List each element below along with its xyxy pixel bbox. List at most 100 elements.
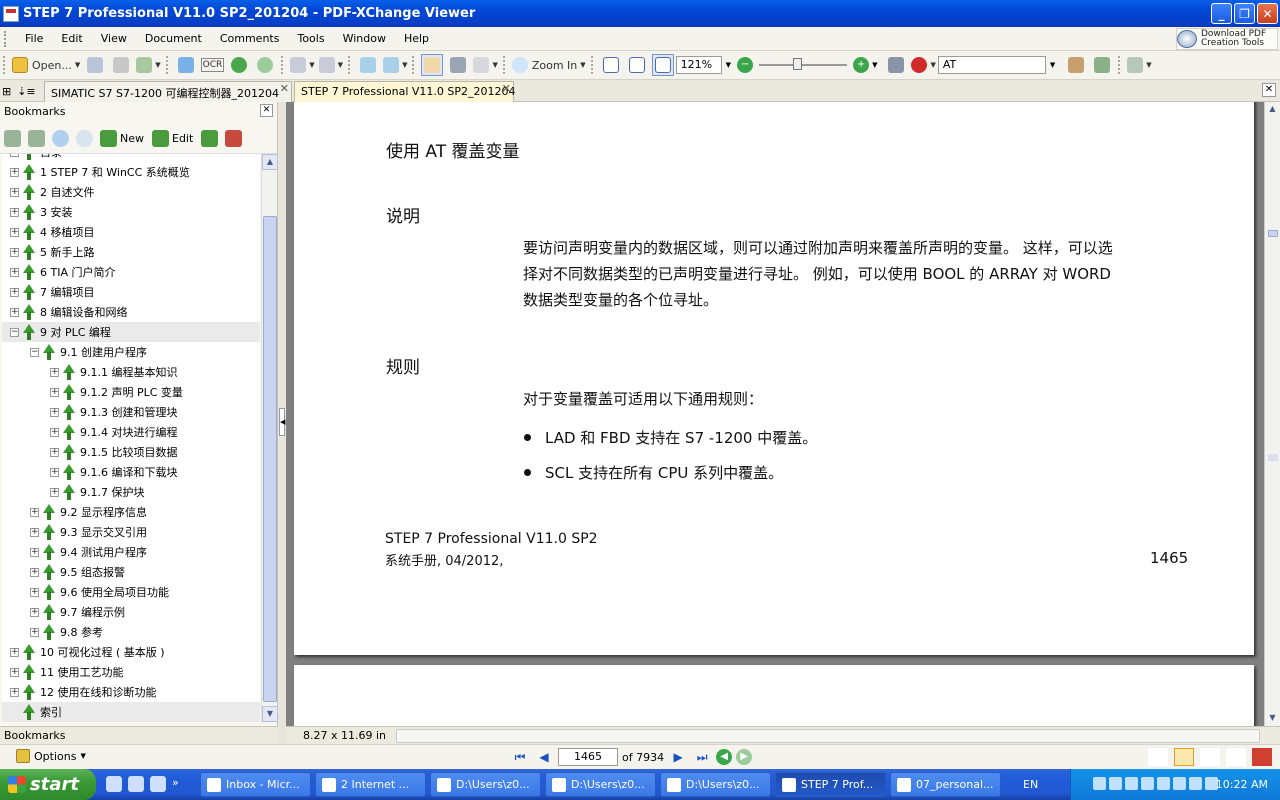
search-dropdown-icon[interactable]: ▼ xyxy=(1050,61,1055,69)
expand-icon[interactable]: + xyxy=(50,387,59,397)
scroll-down-icon[interactable]: ▼ xyxy=(262,706,278,722)
bookmark-item[interactable]: + 目录 xyxy=(10,154,62,162)
bookmark-item[interactable]: +9.5 组态报警 xyxy=(30,562,125,582)
scroll-up-icon[interactable]: ▲ xyxy=(1265,102,1280,117)
tab-close-icon[interactable]: ✕ xyxy=(502,82,511,95)
expand-icon[interactable]: + xyxy=(50,427,59,437)
print-button[interactable] xyxy=(110,54,132,76)
bookmark-item[interactable]: +4 移植项目 xyxy=(10,222,95,242)
download-pdf-tools-button[interactable]: Download PDF Creation Tools xyxy=(1176,28,1278,50)
highlight-button[interactable]: ▼ xyxy=(1127,54,1152,76)
tray-icon[interactable] xyxy=(1173,777,1186,790)
menu-comments[interactable]: Comments xyxy=(211,29,289,49)
document-scrollbar[interactable]: ▲ ▼ xyxy=(1264,102,1280,726)
collapse-icon[interactable]: − xyxy=(30,347,39,357)
previous-page-icon[interactable]: ◀ xyxy=(534,748,554,766)
minimize-button[interactable]: _ xyxy=(1211,3,1232,24)
rotate-right-button[interactable]: ▼ xyxy=(383,54,407,76)
save-button[interactable] xyxy=(84,54,106,76)
email-button[interactable]: ▼ xyxy=(136,54,161,76)
new-bookmark-button[interactable]: New xyxy=(100,127,144,149)
close-button[interactable]: ✕ xyxy=(1257,3,1278,24)
bookmarks-close-icon[interactable]: ✕ xyxy=(260,104,273,117)
forward-button[interactable] xyxy=(254,54,276,76)
bookmark-item[interactable]: +5 新手上路 xyxy=(10,242,95,262)
bookmark-item[interactable]: +9.1.1 编程基本知识 xyxy=(50,362,178,382)
zoom-out-icon[interactable]: − xyxy=(737,57,754,73)
menu-view[interactable]: View xyxy=(92,29,136,49)
quick-launch-icon[interactable] xyxy=(150,776,166,792)
bookmark-zoom-out-button[interactable] xyxy=(76,127,98,149)
task-button[interactable]: D:\Users\z0... xyxy=(430,772,541,797)
panel-splitter[interactable]: ◀ xyxy=(278,102,286,744)
bookmark-item[interactable]: +2 自述文件 xyxy=(10,182,95,202)
bookmark-item[interactable]: +12 使用在线和诊断功能 xyxy=(10,682,157,702)
task-button[interactable]: 2 Internet ... xyxy=(315,772,426,797)
bookmark-item[interactable]: +8 编辑设备和网络 xyxy=(10,302,128,322)
expand-icon[interactable]: + xyxy=(10,307,19,317)
single-page-icon[interactable] xyxy=(1148,748,1168,766)
actual-size-button[interactable] xyxy=(600,54,622,76)
menu-grip[interactable] xyxy=(4,30,10,47)
next-view-icon[interactable]: ▶ xyxy=(736,749,753,765)
tray-icon[interactable] xyxy=(1109,777,1122,790)
task-button[interactable]: D:\Users\z0... xyxy=(660,772,771,797)
fit-page-button[interactable] xyxy=(626,54,648,76)
bookmark-item[interactable]: +9.2 显示程序信息 xyxy=(30,502,147,522)
bookmark-item[interactable]: +6 TIA 门户简介 xyxy=(10,262,115,282)
bookmark-item[interactable]: +9.1.5 比较项目数据 xyxy=(50,442,178,462)
task-button[interactable]: D:\Users\z0... xyxy=(545,772,656,797)
expand-icon[interactable]: + xyxy=(50,467,59,477)
collapse-panel-icon[interactable]: ◀ xyxy=(279,408,285,436)
expand-icon[interactable]: + xyxy=(10,647,19,657)
undo-button[interactable]: ▼ xyxy=(290,54,315,76)
scroll-up-icon[interactable]: ▲ xyxy=(262,154,278,170)
zoom-slider-thumb[interactable] xyxy=(793,58,803,70)
expand-all-button[interactable] xyxy=(4,127,26,149)
search-prev-button[interactable] xyxy=(1065,54,1087,76)
expand-icon[interactable]: + xyxy=(10,154,19,157)
zoom-level-input[interactable]: 121% xyxy=(675,56,722,74)
rotate-left-button[interactable] xyxy=(357,54,379,76)
expand-icon[interactable]: + xyxy=(30,547,39,557)
menu-file[interactable]: File xyxy=(16,29,52,49)
horizontal-scrollbar[interactable] xyxy=(396,729,1260,743)
expand-icon[interactable]: + xyxy=(50,367,59,377)
restore-button[interactable]: ❐ xyxy=(1234,3,1255,24)
select-text-button[interactable]: ▼ xyxy=(473,54,498,76)
grid-icon[interactable]: ⊞ xyxy=(2,85,11,98)
first-page-icon[interactable]: ⏮ xyxy=(510,748,530,766)
zoom-plus-icon[interactable]: + xyxy=(853,57,870,73)
snapshot-button[interactable] xyxy=(447,54,469,76)
bookmark-item[interactable]: +10 可视化过程 ( 基本版 ) xyxy=(10,642,165,662)
expand-icon[interactable]: + xyxy=(50,447,59,457)
expand-icon[interactable]: + xyxy=(10,187,19,197)
document-viewer[interactable]: 使用 AT 覆盖变量 说明 要访问声明变量内的数据区域，则可以通过附加声明来覆盖… xyxy=(286,102,1264,726)
close-all-icon[interactable]: ✕ xyxy=(1262,83,1276,97)
bookmarks-footer-label[interactable]: Bookmarks xyxy=(4,729,65,742)
back-button[interactable] xyxy=(228,54,250,76)
bookmark-properties-button[interactable] xyxy=(201,127,223,149)
find-button[interactable] xyxy=(885,54,907,76)
language-indicator[interactable]: EN xyxy=(1023,778,1038,791)
bookmark-item[interactable]: +9.1.4 对块进行编程 xyxy=(50,422,178,442)
collapse-icon[interactable]: − xyxy=(10,327,19,337)
bookmarks-scroll-thumb[interactable] xyxy=(263,216,277,702)
bookmark-zoom-in-button[interactable] xyxy=(52,127,74,149)
expand-icon[interactable]: + xyxy=(30,627,39,637)
internet-explorer-icon[interactable] xyxy=(128,776,144,792)
expand-icon[interactable]: + xyxy=(10,207,19,217)
bookmark-item[interactable]: +3 安装 xyxy=(10,202,73,222)
task-button-active[interactable]: STEP 7 Prof... xyxy=(775,772,886,797)
continuous-facing-icon[interactable] xyxy=(1226,748,1246,766)
bookmark-item[interactable]: +9.1.6 编译和下载块 xyxy=(50,462,178,482)
expand-icon[interactable]: + xyxy=(10,167,19,177)
search-input[interactable]: AT xyxy=(937,56,1046,74)
expand-icon[interactable]: + xyxy=(10,687,19,697)
expand-icon[interactable]: + xyxy=(10,247,19,257)
more-icon[interactable]: » xyxy=(172,776,179,792)
bookmark-item[interactable]: +11 使用工艺功能 xyxy=(10,662,124,682)
bookmark-item[interactable]: +9.1.7 保护块 xyxy=(50,482,145,502)
document-scroll-thumb[interactable] xyxy=(1268,230,1278,237)
bookmark-item[interactable]: +1 STEP 7 和 WinCC 系统概览 xyxy=(10,162,190,182)
